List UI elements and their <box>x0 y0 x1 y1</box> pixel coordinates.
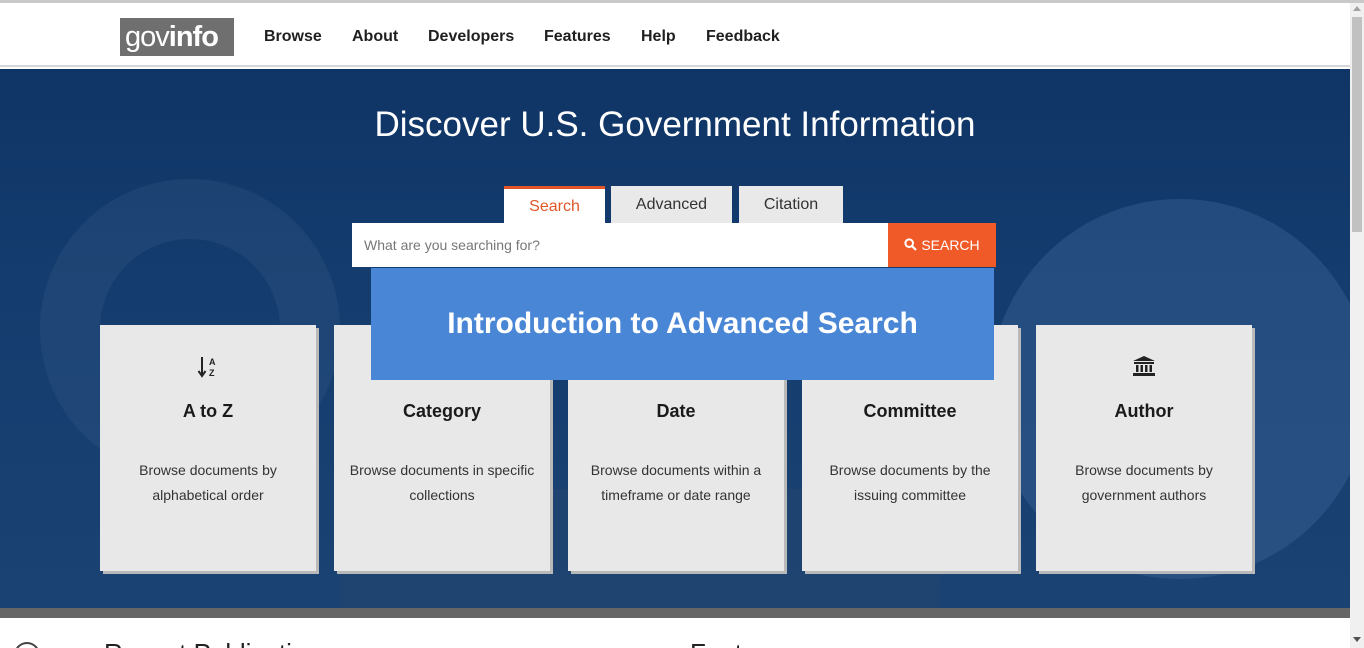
search-button-label: SEARCH <box>921 237 980 253</box>
clock-icon <box>14 642 40 648</box>
nav-about[interactable]: About <box>352 28 398 46</box>
card-title: Category <box>402 401 482 421</box>
search-button[interactable]: SEARCH <box>888 223 996 267</box>
tab-advanced[interactable]: Advanced <box>611 186 732 224</box>
section-divider <box>0 608 1350 618</box>
sort-alpha-icon: AZ <box>100 355 316 385</box>
featured-heading: Feat <box>690 638 742 648</box>
card-title: Committee <box>863 401 957 421</box>
search-icon <box>904 224 918 268</box>
card-title: Date <box>656 401 696 421</box>
svg-text:A: A <box>209 357 216 367</box>
nav-browse[interactable]: Browse <box>264 28 322 46</box>
nav-features[interactable]: Features <box>544 28 611 46</box>
govinfo-logo[interactable]: govinfo <box>120 18 234 56</box>
card-description: Browse documents by the issuing committe… <box>829 462 991 503</box>
card-description: Browse documents by alphabetical order <box>139 462 277 503</box>
nav-help[interactable]: Help <box>641 28 676 46</box>
recent-publications-heading: Recent Publicatio <box>104 638 306 648</box>
scrollbar-thumb[interactable] <box>1352 17 1362 232</box>
hero-section: Discover U.S. Government Information Sea… <box>0 69 1350 608</box>
intro-overlay-banner: Introduction to Advanced Search <box>371 268 994 380</box>
page-scrollbar[interactable] <box>1350 3 1364 648</box>
card-title: Author <box>1114 401 1174 421</box>
nav-feedback[interactable]: Feedback <box>706 28 780 46</box>
institution-icon <box>1036 355 1252 383</box>
scroll-up-icon[interactable] <box>1353 6 1361 11</box>
tab-citation[interactable]: Citation <box>739 186 843 224</box>
nav-developers[interactable]: Developers <box>428 28 514 46</box>
card-title: A to Z <box>182 401 234 421</box>
card-description: Browse documents within a timeframe or d… <box>590 462 762 503</box>
svg-text:Z: Z <box>209 368 215 378</box>
below-fold-section: Recent Publicatio Feat <box>0 618 1350 648</box>
scroll-down-icon[interactable] <box>1353 637 1361 642</box>
browse-card-a-to-z[interactable]: AZ A to Z Browse documents by alphabetic… <box>100 325 316 571</box>
site-header: govinfo Browse About Developers Features… <box>0 3 1350 67</box>
tab-search[interactable]: Search <box>504 186 605 224</box>
logo-gov-text: gov <box>125 21 170 53</box>
hero-title: Discover U.S. Government Information <box>374 105 976 144</box>
logo-info-text: info <box>168 21 219 53</box>
search-input[interactable] <box>352 223 888 267</box>
browse-card-author[interactable]: Author Browse documents by government au… <box>1036 325 1252 571</box>
card-description: Browse documents in specific collections <box>349 462 535 503</box>
card-description: Browse documents by government authors <box>1075 462 1213 503</box>
